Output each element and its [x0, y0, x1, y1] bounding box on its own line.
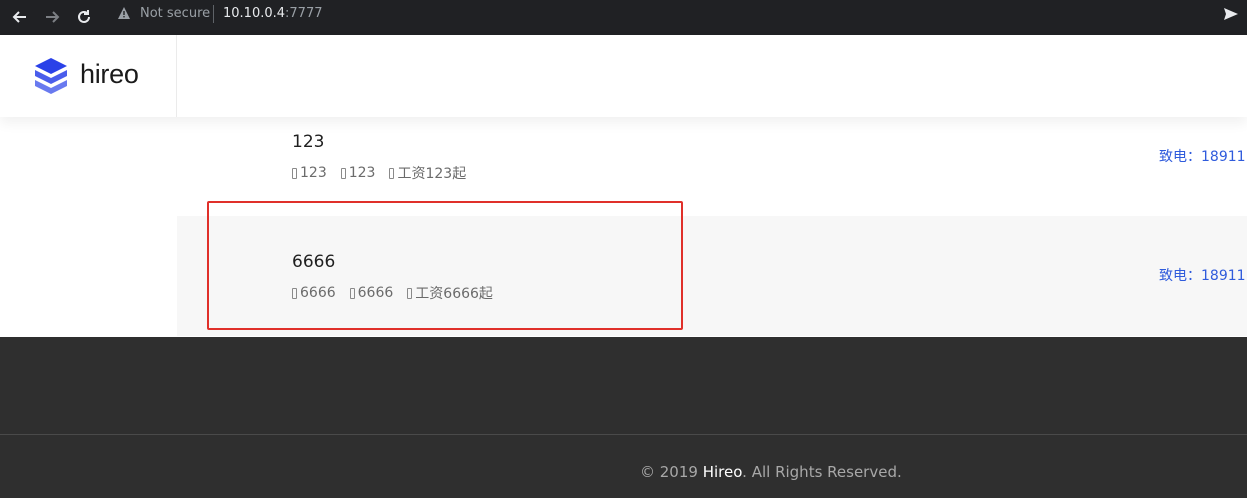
job-meta: 123 123 工资123起: [292, 163, 480, 183]
job-title[interactable]: 123: [292, 132, 324, 152]
browser-toolbar: Not secure 10.10.0.4:7777: [0, 0, 1247, 35]
copyright-suffix: . All Rights Reserved.: [742, 463, 902, 481]
copyright-prefix: © 2019: [640, 463, 698, 481]
copyright: © 2019 Hireo. All Rights Reserved.: [640, 463, 902, 481]
address-separator: [213, 5, 214, 23]
money-icon: [389, 167, 395, 179]
brand-name: hireo: [80, 59, 139, 89]
send-icon[interactable]: [1222, 5, 1240, 23]
salary-text: 工资123起: [397, 166, 467, 182]
security-status[interactable]: Not secure: [140, 6, 210, 21]
footer-divider: [0, 434, 1247, 435]
company-item: 123: [292, 165, 327, 181]
url-text[interactable]: 10.10.0.4:7777: [223, 6, 323, 21]
warning-icon: [118, 7, 130, 19]
page: hireo 123 123 123 工资123起 致电：18911 6666 6…: [0, 35, 1247, 498]
logo[interactable]: hireo: [0, 35, 177, 117]
salary-item: 工资123起: [389, 163, 466, 183]
forward-arrow-icon[interactable]: [39, 4, 65, 30]
location-item: 123: [340, 165, 376, 181]
url-port: :7777: [285, 6, 323, 21]
contact-phone[interactable]: 致电：18911: [1159, 146, 1246, 166]
site-header: hireo: [0, 35, 1247, 117]
location-name: 123: [348, 165, 376, 181]
url-host: 10.10.0.4: [223, 6, 286, 21]
company-name: 123: [300, 165, 327, 181]
footer-brand[interactable]: Hireo: [703, 463, 742, 481]
highlight-annotation: [207, 201, 683, 330]
hireo-logo-icon: [35, 58, 67, 94]
reload-icon[interactable]: [71, 4, 97, 30]
building-icon: [292, 167, 297, 179]
location-icon: [340, 167, 346, 179]
left-column: [0, 117, 177, 337]
back-arrow-icon[interactable]: [7, 4, 33, 30]
contact-phone[interactable]: 致电：18911: [1159, 265, 1246, 285]
site-footer: © 2019 Hireo. All Rights Reserved.: [0, 337, 1247, 498]
